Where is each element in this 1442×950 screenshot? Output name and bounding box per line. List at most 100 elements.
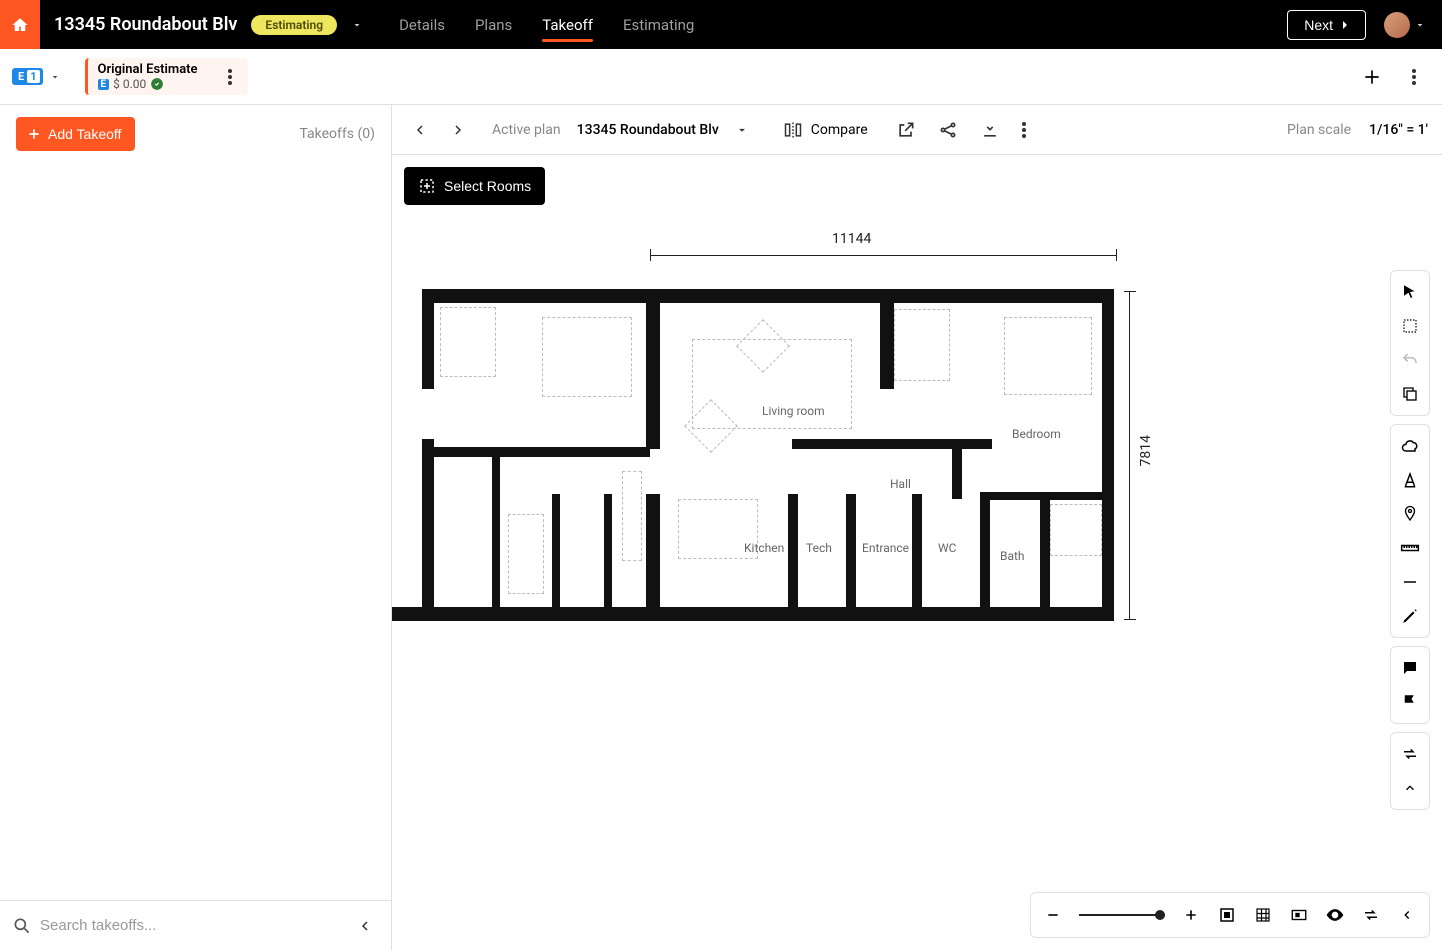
tab-takeoff[interactable]: Takeoff [542,2,593,48]
slideshow-button[interactable] [1285,901,1313,929]
chevron-left-icon [357,918,373,934]
tool-comment[interactable] [1391,651,1429,685]
takeoff-search-bar [0,900,391,950]
chevron-left-icon [412,122,428,138]
select-rooms-label: Select Rooms [444,178,531,194]
comment-icon [1401,659,1419,677]
estimate-card: Original Estimate E $ 0.00 [85,58,248,95]
home-button[interactable] [0,0,40,49]
add-estimate-button[interactable] [1354,59,1390,95]
prev-plan-button[interactable] [406,116,434,144]
user-menu-dropdown[interactable] [1414,19,1426,31]
top-navigation-bar: 13345 Roundabout Blv Estimating Details … [0,0,1442,49]
cursor-icon [1401,283,1419,301]
download-button[interactable] [974,114,1006,146]
add-takeoff-button[interactable]: Add Takeoff [16,117,135,151]
project-title: 13345 Roundabout Blv [54,14,237,35]
check-circle-icon [150,77,164,91]
zoom-out-button[interactable] [1039,901,1067,929]
zoom-control-bar [1030,892,1430,938]
tab-details[interactable]: Details [399,2,445,48]
estimate-menu-button[interactable] [222,63,238,91]
zoom-in-button[interactable] [1177,901,1205,929]
secondary-menu-button[interactable] [1404,61,1424,93]
tab-plans[interactable]: Plans [475,2,512,48]
takeoff-list-body [0,163,391,900]
tool-marquee[interactable] [1391,309,1429,343]
estimate-title: Original Estimate [98,62,198,77]
room-label-bath: Bath [1000,549,1025,563]
share-icon [938,120,958,140]
tool-pencil[interactable] [1391,599,1429,633]
swap-icon [1401,745,1419,763]
undo-icon [1401,351,1419,369]
room-label-hall: Hall [890,477,911,491]
collapse-search-button[interactable] [351,912,379,940]
tool-rail [1390,270,1430,810]
room-label-entrance: Entrance [862,541,909,555]
room-label-tech: Tech [806,541,832,555]
plan-scale-value[interactable]: 1/16" = 1' [1369,122,1428,138]
tool-undo[interactable] [1391,343,1429,377]
tool-pin[interactable] [1391,497,1429,531]
select-rooms-icon [418,177,436,195]
marquee-icon [1401,317,1419,335]
slideshow-icon [1290,906,1308,924]
tool-cursor[interactable] [1391,275,1429,309]
chevron-right-icon [1337,17,1353,33]
project-dropdown[interactable] [345,13,369,37]
floorplan-drawing: 11144 7814 [392,255,1142,625]
active-plan-prefix: Active plan [492,122,561,138]
next-plan-button[interactable] [444,116,472,144]
home-icon [11,16,29,34]
tool-text[interactable] [1391,463,1429,497]
chevron-down-icon [735,123,749,137]
chevron-down-icon [49,71,61,83]
tool-swap[interactable] [1391,737,1429,771]
search-takeoffs-input[interactable] [40,917,343,934]
plus-icon [1362,67,1382,87]
room-label-wc: WC [938,541,956,555]
open-external-button[interactable] [890,114,922,146]
grid-button[interactable] [1249,901,1277,929]
tool-cloud[interactable] [1391,429,1429,463]
download-icon [980,120,1000,140]
room-label-kitchen: Kitchen [744,541,784,555]
open-external-icon [896,120,916,140]
plan-panel: Active plan 13345 Roundabout Blv Compare… [392,105,1442,950]
plan-menu-button[interactable] [1016,116,1032,144]
select-rooms-button[interactable]: Select Rooms [404,167,545,205]
sync-button[interactable] [1357,901,1385,929]
dimension-vertical: 7814 [1138,435,1154,466]
chevron-up-icon [1403,781,1417,795]
estimate-badge: E [98,79,110,90]
user-avatar[interactable] [1384,12,1410,38]
pencil-icon [1401,607,1419,625]
tool-copy[interactable] [1391,377,1429,411]
search-icon [12,916,32,936]
tool-line[interactable] [1391,565,1429,599]
zoom-slider[interactable] [1079,914,1165,916]
fit-screen-button[interactable] [1213,901,1241,929]
tool-collapse-rail[interactable] [1391,771,1429,805]
estimate-selector[interactable]: E1 [12,68,61,85]
add-takeoff-label: Add Takeoff [48,126,121,142]
plan-dropdown-button[interactable] [729,117,755,143]
kebab-icon [1412,69,1416,85]
next-button[interactable]: Next [1287,10,1366,40]
plus-icon [1183,907,1199,923]
collapse-bottom-bar-button[interactable] [1393,901,1421,929]
tab-estimating[interactable]: Estimating [623,2,694,48]
tool-flag[interactable] [1391,685,1429,719]
kebab-icon [228,69,232,85]
estimate-amount: $ 0.00 [113,77,146,91]
flag-icon [1401,693,1419,711]
kebab-icon [1022,122,1026,138]
plan-canvas[interactable]: Select Rooms 11144 7814 [392,155,1442,950]
plus-icon [26,126,42,142]
share-button[interactable] [932,114,964,146]
compare-button[interactable]: Compare [783,120,868,140]
visibility-button[interactable] [1321,901,1349,929]
chevron-right-icon [450,122,466,138]
tool-ruler[interactable] [1391,531,1429,565]
